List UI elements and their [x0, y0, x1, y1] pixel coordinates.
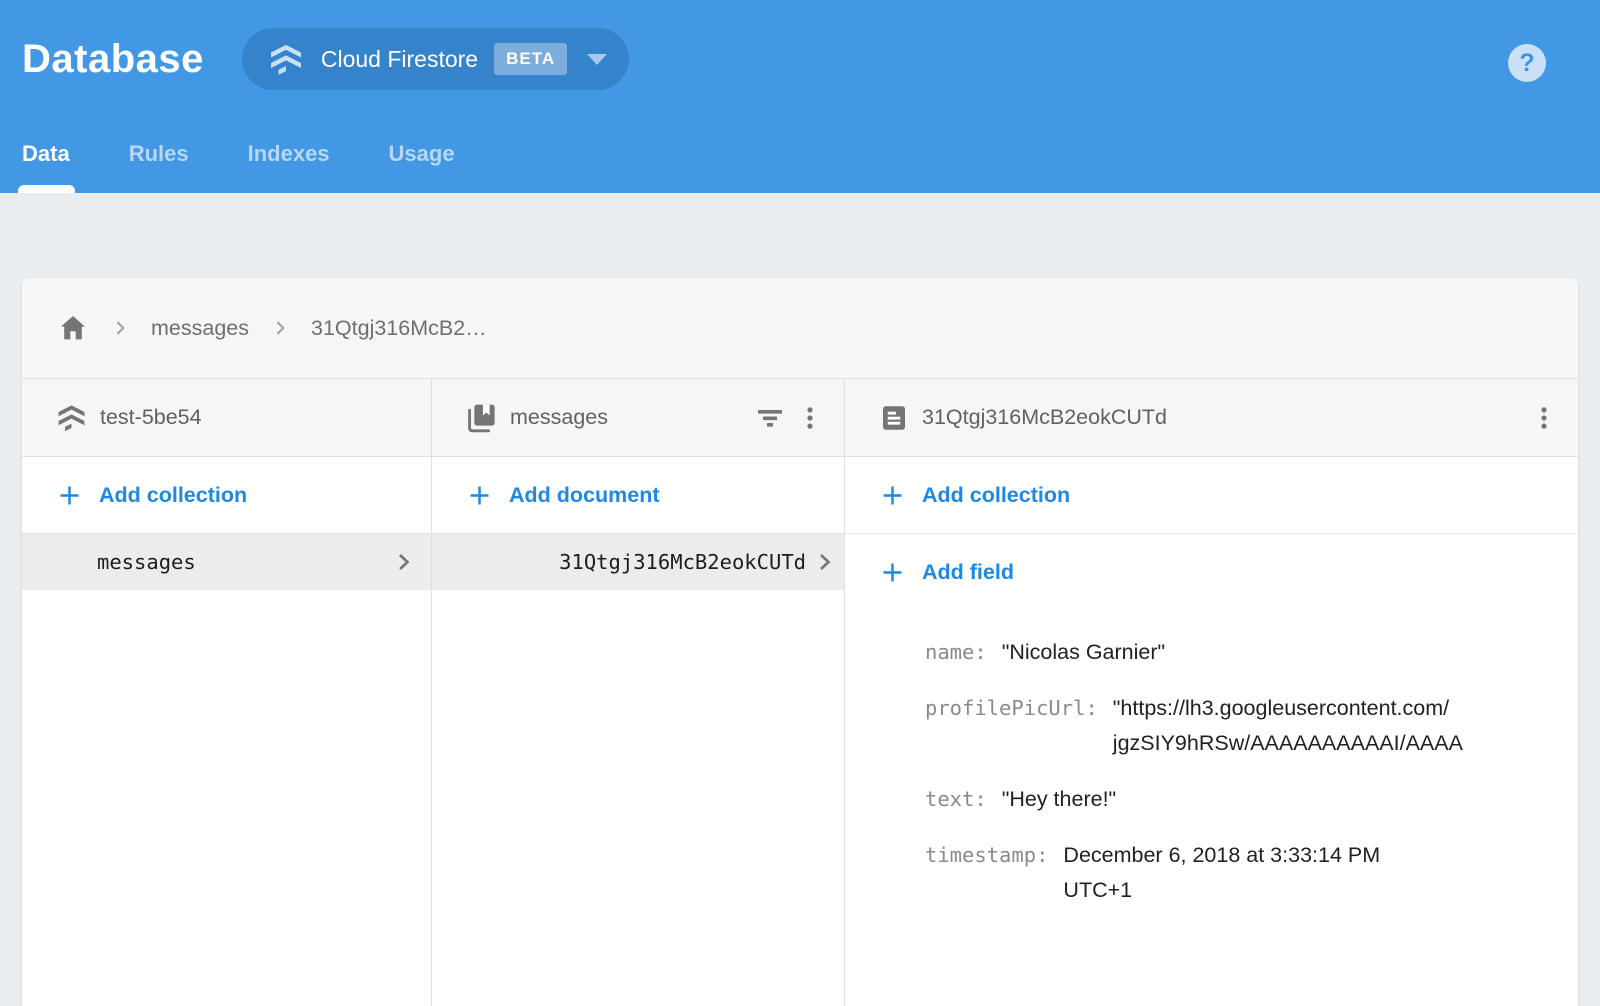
chevron-right-icon [391, 550, 415, 574]
home-icon[interactable] [57, 312, 89, 344]
field-value: "Nicolas Garnier" [1002, 635, 1165, 670]
tab-rules[interactable]: Rules [129, 141, 189, 193]
plus-icon [879, 482, 906, 509]
breadcrumb-chevron-icon [270, 318, 290, 338]
page-title: Database [22, 37, 204, 82]
firestore-icon [56, 402, 87, 433]
product-switcher[interactable]: Cloud Firestore BETA [242, 28, 629, 90]
field-row-timestamp[interactable]: timestamp: December 6, 2018 at 3:33:14 P… [925, 838, 1558, 908]
help-button[interactable]: ? [1508, 44, 1546, 82]
document-fields: name: "Nicolas Garnier" profilePicUrl: "… [845, 611, 1578, 929]
add-collection-button[interactable]: Add collection [22, 457, 431, 534]
plus-icon [879, 559, 906, 586]
field-row-text[interactable]: text: "Hey there!" [925, 782, 1558, 817]
documents-column-header: messages [432, 379, 844, 457]
add-subcollection-button[interactable]: Add collection [845, 457, 1578, 534]
field-key: text: [925, 782, 987, 817]
tab-data[interactable]: Data [22, 141, 70, 193]
add-document-button[interactable]: Add document [432, 457, 844, 534]
collection-name: messages [510, 405, 608, 430]
document-list-item[interactable]: 31Qtgj316McB2eokCUTd [432, 534, 844, 590]
plus-icon [56, 482, 83, 509]
firestore-data-panel: messages 31Qtgj316McB2… test-5be54 Add c… [22, 278, 1578, 1006]
document-column: 31Qtgj316McB2eokCUTd Add collection [845, 379, 1578, 1006]
kebab-menu-icon[interactable] [790, 398, 830, 438]
collection-icon [466, 402, 497, 433]
tab-indexes[interactable]: Indexes [248, 141, 330, 193]
field-row-profilepicurl[interactable]: profilePicUrl: "https://lh3.googleuserco… [925, 691, 1558, 761]
chevron-down-icon[interactable] [587, 54, 607, 65]
app-header: Database Cloud Firestore BETA ? Data Rul… [0, 0, 1600, 193]
field-value: "Hey there!" [1002, 782, 1116, 817]
breadcrumb-document[interactable]: 31Qtgj316McB2… [311, 316, 487, 341]
question-mark-icon: ? [1519, 49, 1534, 78]
field-value: "https://lh3.googleusercontent.com/ jgzS… [1113, 691, 1463, 761]
filter-icon[interactable] [750, 398, 790, 438]
breadcrumb: messages 31Qtgj316McB2… [22, 278, 1578, 379]
documents-column: messages [432, 379, 845, 1006]
field-value: December 6, 2018 at 3:33:14 PM UTC+1 [1063, 838, 1380, 908]
collections-column-header: test-5be54 [22, 379, 431, 457]
field-row-name[interactable]: name: "Nicolas Garnier" [925, 635, 1558, 670]
chevron-right-icon [812, 550, 836, 574]
plus-icon [466, 482, 493, 509]
firestore-icon [268, 41, 304, 77]
document-id: 31Qtgj316McB2eokCUTd [922, 405, 1167, 430]
collection-list-item[interactable]: messages [22, 534, 431, 590]
field-key: name: [925, 635, 987, 670]
tab-usage[interactable]: Usage [389, 141, 455, 193]
database-name: test-5be54 [100, 405, 202, 430]
beta-badge: BETA [494, 43, 567, 75]
product-label: Cloud Firestore [321, 46, 478, 73]
field-key: timestamp: [925, 838, 1048, 873]
kebab-menu-icon[interactable] [1524, 398, 1564, 438]
document-column-header: 31Qtgj316McB2eokCUTd [845, 379, 1578, 457]
add-field-button[interactable]: Add field [845, 534, 1578, 611]
document-icon [879, 403, 909, 433]
breadcrumb-collection[interactable]: messages [151, 316, 249, 341]
collections-column: test-5be54 Add collection messages [22, 379, 432, 1006]
breadcrumb-chevron-icon [110, 318, 130, 338]
tab-bar: Data Rules Indexes Usage [22, 141, 514, 193]
field-key: profilePicUrl: [925, 691, 1098, 726]
